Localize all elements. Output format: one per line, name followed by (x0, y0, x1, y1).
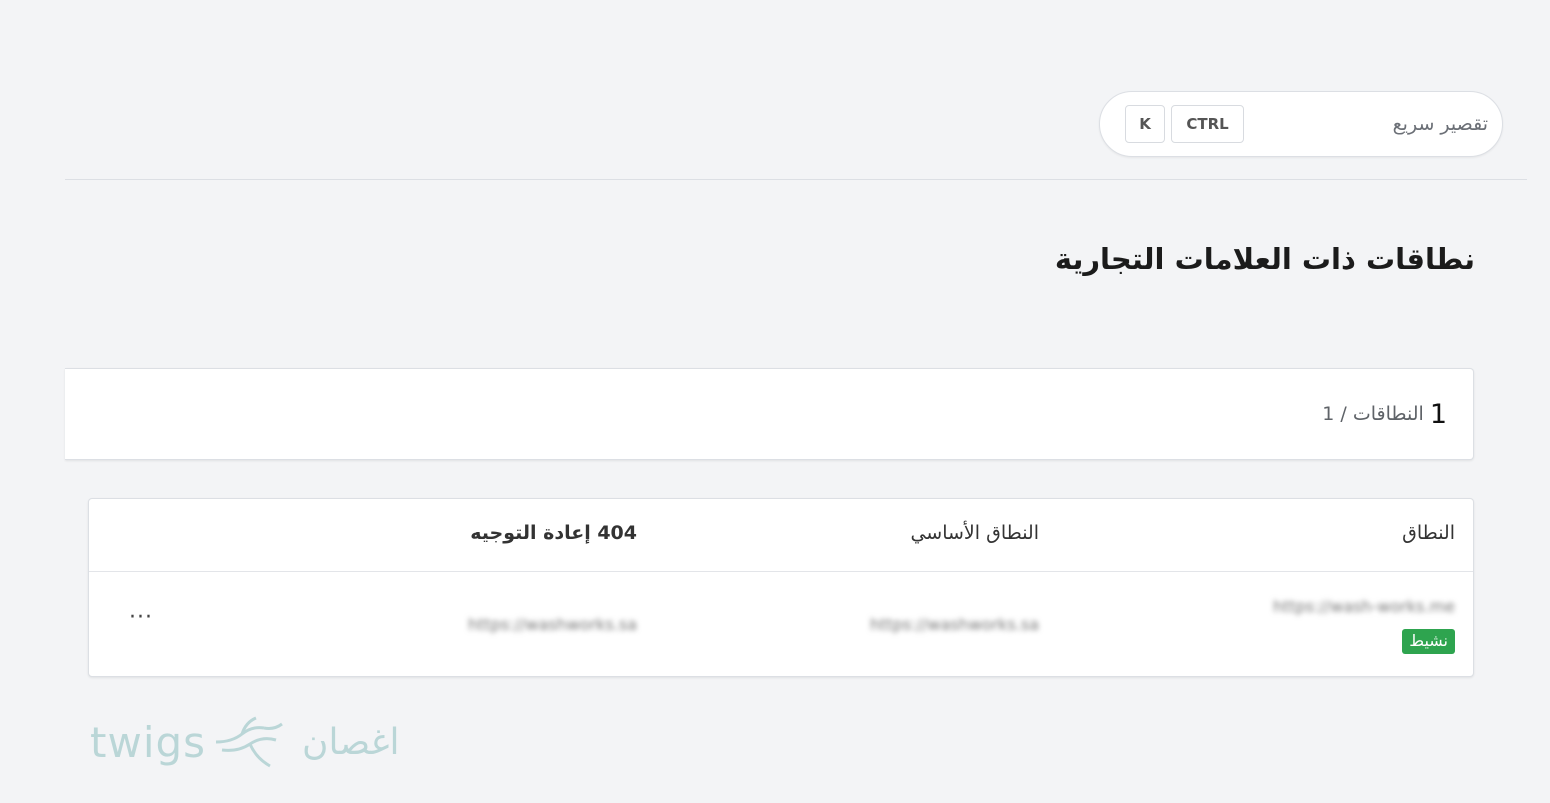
table-header-divider (89, 571, 1473, 572)
domains-count: 1 (1429, 398, 1447, 430)
row-redirect-url[interactable]: https://washworks.sa (468, 615, 637, 634)
shortcut-k-key: K (1125, 105, 1165, 143)
watermark: twigs اغصان (90, 712, 399, 772)
quick-search-label: تقصير سريع (1392, 113, 1488, 135)
domains-count-label: النطاقات / 1 (1322, 403, 1424, 425)
column-header-primary-domain: النطاق الأساسي (910, 522, 1039, 544)
twigs-logo-icon (216, 716, 283, 768)
page-title: نطاقات ذات العلامات التجارية (1054, 242, 1475, 276)
domains-table: النطاق النطاق الأساسي 404 إعادة التوجيه … (88, 498, 1474, 677)
watermark-arabic: اغصان (302, 721, 400, 763)
watermark-latin: twigs (90, 717, 207, 767)
column-header-404-redirect: 404 إعادة التوجيه (470, 522, 637, 544)
quick-search-bar[interactable]: تقصير سريع CTRL K (1099, 91, 1503, 157)
column-header-domain: النطاق (1402, 522, 1455, 544)
domains-count-card: 1 النطاقات / 1 (65, 368, 1474, 460)
row-domain-url[interactable]: https://wash-works.me (1273, 597, 1455, 616)
shortcut-ctrl-key: CTRL (1171, 105, 1244, 143)
row-actions-more-icon[interactable]: ··· (129, 605, 153, 630)
row-primary-domain-url[interactable]: https://washworks.sa (870, 615, 1039, 634)
status-badge: نشيط (1402, 629, 1455, 654)
header-divider (65, 179, 1527, 180)
